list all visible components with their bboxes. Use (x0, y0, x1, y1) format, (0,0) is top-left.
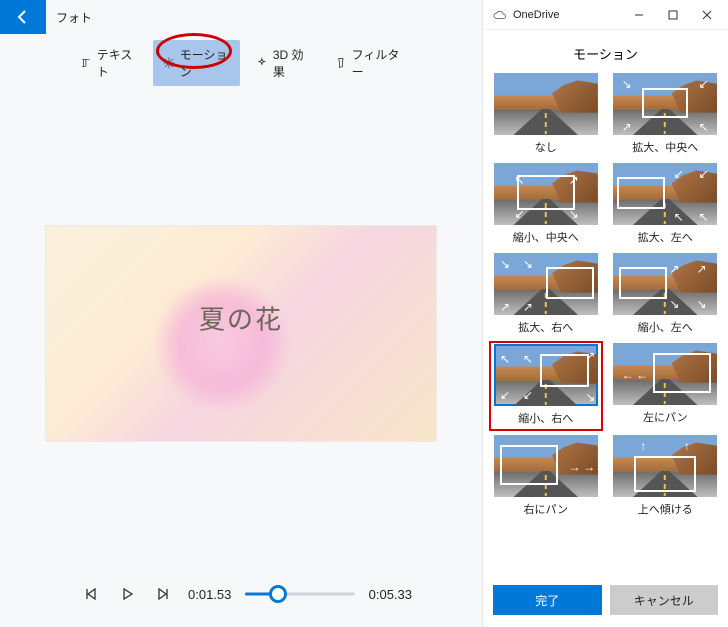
motion-tile-label: なし (535, 135, 557, 157)
video-preview[interactable]: 夏の花 (46, 226, 436, 441)
motion-tile-tilt-up[interactable]: ↑↑ 上へ傾ける (611, 435, 721, 519)
slider-thumb[interactable] (269, 585, 287, 603)
play-icon (121, 588, 133, 600)
motion-panel: OneDrive モーション なし ↘↙↗↖ 拡大、中央へ ↖↗↙↘ 縮小、中央… (482, 0, 728, 627)
step-forward-icon (157, 588, 169, 600)
motion-tile-zoom-out-center[interactable]: ↖↗↙↘ 縮小、中央へ (491, 163, 601, 247)
maximize-icon (668, 10, 678, 20)
tool-text[interactable]: テキスト (70, 40, 147, 86)
filter-icon (335, 56, 347, 70)
motion-thumb: ↑↑ (613, 435, 717, 497)
text-icon (80, 56, 92, 70)
motion-grid-scroll[interactable]: なし ↘↙↗↖ 拡大、中央へ ↖↗↙↘ 縮小、中央へ ↙↙↖↖ 拡大、左へ ↘↘… (483, 67, 728, 577)
tool-text-label: テキスト (97, 46, 137, 80)
cloud-icon (493, 8, 507, 22)
play-button[interactable] (116, 583, 138, 605)
motion-thumb: ↖↖↙↙↗↘ (494, 344, 598, 406)
maximize-button[interactable] (656, 1, 690, 29)
editor-panel: フォト テキスト モーション 3D 効果 フィルター 夏の花 0:01.53 (0, 0, 482, 627)
panel-footer: 完了 キャンセル (483, 577, 728, 627)
tool-filter[interactable]: フィルター (325, 40, 412, 86)
motion-thumb: →→ (494, 435, 598, 497)
panel-titlebar: OneDrive (483, 0, 728, 30)
arrow-left-icon (15, 9, 31, 25)
sparkle-icon (256, 56, 268, 70)
motion-thumb: ↙↙↖↖ (613, 163, 717, 225)
next-frame-button[interactable] (152, 583, 174, 605)
motion-tile-zoom-in-left[interactable]: ↙↙↖↖ 拡大、左へ (611, 163, 721, 247)
tool-3d-label: 3D 効果 (273, 46, 309, 80)
motion-tile-zoom-in-center[interactable]: ↘↙↗↖ 拡大、中央へ (611, 73, 721, 157)
seek-slider[interactable] (245, 584, 354, 604)
toolbar: テキスト モーション 3D 効果 フィルター (0, 34, 482, 96)
cancel-button[interactable]: キャンセル (610, 585, 719, 615)
tool-3d-effects[interactable]: 3D 効果 (246, 40, 319, 86)
current-time: 0:01.53 (188, 587, 231, 602)
done-button[interactable]: 完了 (493, 585, 602, 615)
motion-thumb: ↖↗↙↘ (494, 163, 598, 225)
motion-tile-label: 左にパン (643, 405, 688, 427)
motion-tile-label: 拡大、中央へ (632, 135, 698, 157)
preview-area: 夏の花 (0, 96, 482, 567)
motion-grid: なし ↘↙↗↖ 拡大、中央へ ↖↗↙↘ 縮小、中央へ ↙↙↖↖ 拡大、左へ ↘↘… (491, 73, 720, 519)
prev-frame-button[interactable] (80, 583, 102, 605)
total-time: 0:05.33 (369, 587, 412, 602)
motion-thumb: ↘↘↗↗ (494, 253, 598, 315)
titlebar: フォト (0, 0, 482, 34)
motion-tile-zoom-in-right[interactable]: ↘↘↗↗ 拡大、右へ (491, 253, 601, 337)
tool-motion[interactable]: モーション (153, 40, 240, 86)
tool-motion-label: モーション (180, 46, 230, 80)
motion-tile-label: 拡大、左へ (638, 225, 693, 247)
close-icon (702, 10, 712, 20)
motion-thumb: ↗↗↘↘ (613, 253, 717, 315)
close-button[interactable] (690, 1, 724, 29)
app-title: フォト (46, 9, 92, 26)
preview-caption: 夏の花 (199, 300, 283, 337)
motion-tile-label: 右にパン (523, 497, 568, 519)
motion-tile-label: 拡大、右へ (518, 315, 573, 337)
motion-tile-label: 上へ傾ける (638, 497, 693, 519)
motion-tile-pan-left[interactable]: ←← 左にパン (611, 343, 721, 429)
playback-bar: 0:01.53 0:05.33 (0, 567, 482, 627)
minimize-icon (634, 10, 644, 20)
back-button[interactable] (0, 0, 46, 34)
motion-thumb: ←← (613, 343, 717, 405)
panel-title: モーション (483, 30, 728, 67)
motion-tile-pan-right[interactable]: →→ 右にパン (491, 435, 601, 519)
motion-thumb: ↘↙↗↖ (613, 73, 717, 135)
tool-filter-label: フィルター (352, 46, 402, 80)
motion-tile-zoom-out-right[interactable]: ↖↖↙↙↗↘ 縮小、右へ (491, 343, 601, 429)
step-back-icon (85, 588, 97, 600)
motion-tile-label: 縮小、右へ (518, 406, 573, 428)
motion-tile-label: 縮小、中央へ (513, 225, 579, 247)
motion-thumb (494, 73, 598, 135)
minimize-button[interactable] (622, 1, 656, 29)
motion-tile-zoom-out-left[interactable]: ↗↗↘↘ 縮小、左へ (611, 253, 721, 337)
motion-tile-label: 縮小、左へ (638, 315, 693, 337)
motion-icon (163, 56, 175, 70)
panel-provider: OneDrive (513, 9, 622, 21)
preview-image (152, 279, 292, 409)
motion-tile-none[interactable]: なし (491, 73, 601, 157)
